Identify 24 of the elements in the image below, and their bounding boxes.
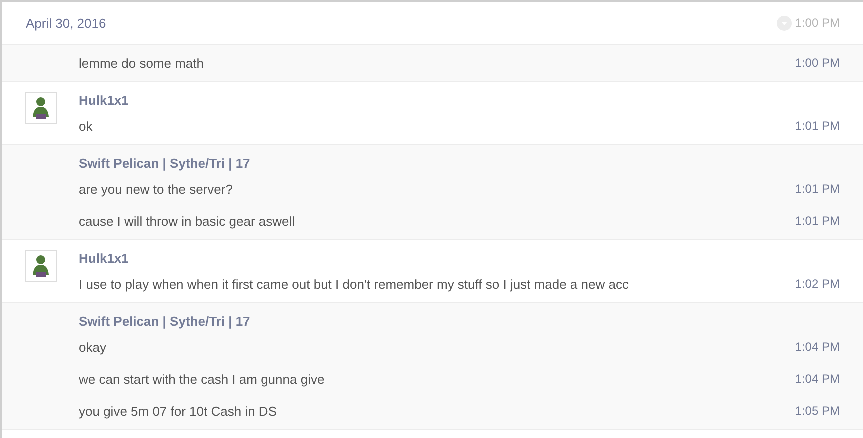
message-time: 1:05 PM bbox=[795, 404, 840, 418]
avatar-icon bbox=[24, 92, 56, 124]
message-text: okay bbox=[79, 340, 106, 354]
message-time: 1:00 PM bbox=[795, 56, 840, 70]
sender-name: Hulk1x1 bbox=[79, 92, 130, 110]
date-label: April 30, 2016 bbox=[26, 16, 106, 30]
message-text: are you new to the server? bbox=[79, 182, 233, 196]
message-text: cause I will throw in basic gear aswell bbox=[79, 214, 296, 228]
sender-name: Hulk1x1 bbox=[79, 250, 130, 268]
message-time: 1:01 PM bbox=[795, 182, 840, 196]
message-text: ok bbox=[79, 118, 93, 134]
message-text: I use to play when when it first came out but I don't remember my stuff so I just made a new acc bbox=[79, 276, 629, 292]
avatar-icon bbox=[24, 250, 56, 282]
message-time: 1:04 PM bbox=[795, 372, 840, 386]
message-time: 1:04 PM bbox=[795, 340, 840, 354]
message-time: 1:02 PM bbox=[795, 277, 840, 291]
message-text: we can start with the cash I am gunna give bbox=[79, 372, 325, 386]
message-text: lemme do some math bbox=[79, 56, 204, 70]
sender-name: Swift Pelican | Sythe/Tri | 17 bbox=[79, 313, 252, 331]
message-time: 1:01 PM bbox=[795, 119, 840, 133]
message-text: you give 5m 07 for 10t Cash in DS bbox=[79, 404, 277, 418]
message-time: 1:01 PM bbox=[795, 214, 840, 228]
sender-name: Swift Pelican | Sythe/Tri | 17 bbox=[79, 155, 252, 173]
message-time: 1:00 PM bbox=[795, 16, 840, 30]
